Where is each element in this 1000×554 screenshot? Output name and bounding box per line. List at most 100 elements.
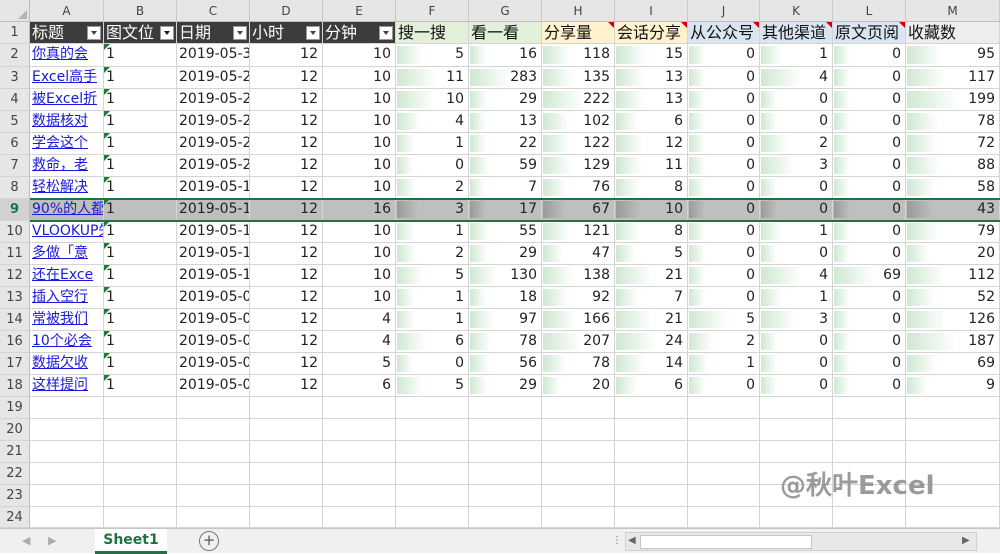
empty-cell[interactable]: [250, 397, 323, 419]
data-cell[interactable]: 0: [833, 375, 906, 397]
data-cell[interactable]: 118: [542, 44, 615, 67]
data-cell[interactable]: 5: [396, 375, 469, 397]
data-cell[interactable]: 12: [250, 177, 323, 199]
data-cell[interactable]: 10: [323, 265, 396, 287]
row-header-12[interactable]: 12: [0, 265, 30, 287]
data-cell[interactable]: Excel高手: [30, 67, 104, 89]
empty-cell[interactable]: [30, 397, 104, 419]
data-cell[interactable]: 10: [323, 67, 396, 89]
column-header-h[interactable]: H: [542, 0, 615, 22]
data-cell[interactable]: 1: [104, 221, 177, 243]
data-cell[interactable]: 被Excel折: [30, 89, 104, 111]
data-cell[interactable]: 0: [833, 133, 906, 155]
row-header-19[interactable]: 19: [0, 397, 30, 419]
empty-cell[interactable]: [323, 463, 396, 485]
data-cell[interactable]: 0: [688, 44, 760, 67]
empty-cell[interactable]: [615, 507, 688, 528]
row-header-11[interactable]: 11: [0, 243, 30, 265]
row-header-20[interactable]: 20: [0, 419, 30, 441]
data-cell[interactable]: 1: [104, 177, 177, 199]
tab-scroll-left-icon[interactable]: ◀: [22, 534, 30, 547]
data-cell[interactable]: 135: [542, 67, 615, 89]
data-cell[interactable]: 2019-05-1: [177, 221, 250, 243]
empty-cell[interactable]: [688, 507, 760, 528]
empty-cell[interactable]: [104, 463, 177, 485]
data-cell[interactable]: 12: [250, 67, 323, 89]
empty-cell[interactable]: [760, 441, 833, 463]
data-cell[interactable]: 1: [104, 89, 177, 111]
data-cell[interactable]: 多做「意: [30, 243, 104, 265]
data-cell[interactable]: 166: [542, 309, 615, 331]
data-cell[interactable]: 3: [396, 199, 469, 221]
empty-cell[interactable]: [177, 419, 250, 441]
empty-cell[interactable]: [396, 441, 469, 463]
header-cell-i[interactable]: 会话分享: [615, 22, 688, 44]
data-cell[interactable]: 1: [104, 243, 177, 265]
data-cell[interactable]: 12: [250, 199, 323, 221]
data-cell[interactable]: 14: [615, 353, 688, 375]
column-header-e[interactable]: E: [323, 0, 396, 22]
data-cell[interactable]: 0: [760, 375, 833, 397]
row-header-10[interactable]: 10: [0, 221, 30, 243]
data-cell[interactable]: 0: [688, 111, 760, 133]
data-cell[interactable]: 16: [323, 199, 396, 221]
data-cell[interactable]: 18: [469, 287, 542, 309]
row-header-24[interactable]: 24: [0, 507, 30, 528]
data-cell[interactable]: 1: [396, 309, 469, 331]
data-cell[interactable]: 0: [688, 199, 760, 221]
data-cell[interactable]: 0: [688, 375, 760, 397]
data-cell[interactable]: 3: [760, 155, 833, 177]
data-cell[interactable]: 11: [396, 67, 469, 89]
data-cell[interactable]: 2019-05-1: [177, 243, 250, 265]
empty-cell[interactable]: [250, 441, 323, 463]
data-cell[interactable]: 0: [833, 199, 906, 221]
data-cell[interactable]: 117: [906, 67, 1000, 89]
data-cell[interactable]: 1: [760, 221, 833, 243]
data-cell[interactable]: 2019-05-2: [177, 67, 250, 89]
data-cell[interactable]: 4: [396, 111, 469, 133]
data-cell[interactable]: 12: [250, 89, 323, 111]
select-all-corner[interactable]: [0, 0, 30, 22]
scroll-right-arrow-icon[interactable]: ▶: [962, 535, 970, 546]
data-cell[interactable]: 78: [469, 331, 542, 353]
data-cell[interactable]: 0: [688, 287, 760, 309]
data-cell[interactable]: 0: [688, 265, 760, 287]
empty-cell[interactable]: [542, 485, 615, 507]
data-cell[interactable]: 4: [760, 265, 833, 287]
data-cell[interactable]: 13: [615, 67, 688, 89]
empty-cell[interactable]: [30, 485, 104, 507]
data-cell[interactable]: 2: [688, 331, 760, 353]
empty-cell[interactable]: [833, 419, 906, 441]
data-cell[interactable]: 0: [688, 221, 760, 243]
row-header-18[interactable]: 18: [0, 375, 30, 397]
empty-cell[interactable]: [469, 397, 542, 419]
tab-scroll-right-icon[interactable]: ▶: [48, 534, 56, 547]
empty-cell[interactable]: [615, 397, 688, 419]
data-cell[interactable]: 283: [469, 67, 542, 89]
data-cell[interactable]: 12: [250, 44, 323, 67]
data-cell[interactable]: 78: [542, 353, 615, 375]
data-cell[interactable]: 10: [323, 44, 396, 67]
empty-cell[interactable]: [615, 419, 688, 441]
data-cell[interactable]: 12: [250, 133, 323, 155]
data-cell[interactable]: 这样提问: [30, 375, 104, 397]
row-header-16[interactable]: 16: [0, 331, 30, 353]
empty-cell[interactable]: [396, 397, 469, 419]
data-cell[interactable]: 1: [688, 353, 760, 375]
empty-cell[interactable]: [250, 507, 323, 528]
data-cell[interactable]: 12: [250, 265, 323, 287]
empty-cell[interactable]: [833, 397, 906, 419]
row-header-2[interactable]: 2: [0, 44, 30, 67]
data-cell[interactable]: 11: [615, 155, 688, 177]
filter-dropdown-icon[interactable]: [233, 26, 247, 40]
data-cell[interactable]: 0: [833, 44, 906, 67]
data-cell[interactable]: 0: [833, 309, 906, 331]
data-cell[interactable]: 72: [906, 133, 1000, 155]
row-header-9[interactable]: 9: [0, 199, 30, 221]
empty-cell[interactable]: [760, 419, 833, 441]
empty-cell[interactable]: [250, 463, 323, 485]
empty-cell[interactable]: [469, 463, 542, 485]
sheet-tab-sheet1[interactable]: Sheet1: [95, 529, 167, 554]
data-cell[interactable]: 187: [906, 331, 1000, 353]
empty-cell[interactable]: [615, 485, 688, 507]
